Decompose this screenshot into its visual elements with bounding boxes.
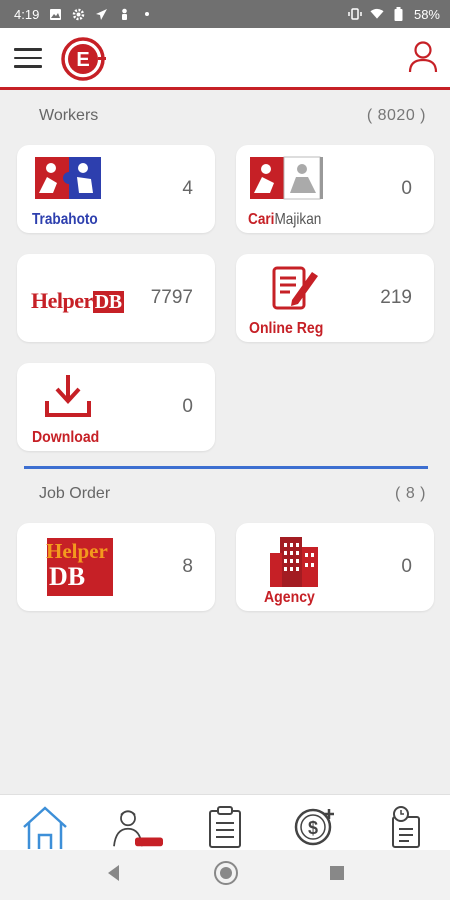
online-reg-count: 219	[380, 287, 412, 308]
helperdb-label-helper: Helper	[31, 288, 93, 313]
workers-title: Workers	[39, 107, 99, 124]
home-icon	[23, 806, 67, 849]
recents-square-icon	[329, 865, 344, 880]
carimajikan-count: 0	[401, 178, 412, 199]
helperdb-job-order-count: 8	[182, 556, 193, 577]
helperdb-count: 7797	[150, 287, 193, 308]
online-reg-card[interactable]: Online Reg 219	[236, 254, 434, 342]
workers-section-header: Workers ( 8020 )	[0, 104, 450, 128]
carimajikan-label-prefix: Cari	[248, 211, 275, 228]
job-order-title: Job Order	[39, 485, 111, 502]
add-payment-icon: $	[294, 808, 334, 846]
home-system-button[interactable]	[213, 860, 239, 891]
svg-text:E: E	[76, 49, 89, 71]
helperdb-job-order-label-helper: Helper	[46, 539, 108, 563]
status-time: 4:19	[14, 6, 40, 22]
agency-count: 0	[401, 556, 412, 577]
user-account-icon[interactable]	[408, 40, 438, 74]
system-navigation-bar	[0, 850, 450, 900]
download-logo: Download	[27, 371, 137, 446]
back-button[interactable]	[104, 863, 124, 888]
nav-history[interactable]	[377, 805, 433, 851]
helperdb-job-order-card[interactable]: Helper DB 8	[17, 523, 215, 611]
helperdb-job-order-logo: Helper DB	[27, 531, 137, 605]
vibrate-icon	[348, 7, 362, 21]
trabahoto-count: 4	[182, 178, 193, 199]
section-divider	[24, 466, 428, 469]
agency-card[interactable]: Agency 0	[236, 523, 434, 611]
more-notifications-icon	[140, 7, 154, 21]
timesheet-icon	[392, 806, 420, 848]
clipboard-list-icon	[209, 806, 241, 848]
trabahoto-label: Trabahoto	[32, 211, 98, 228]
worker-profile-icon	[113, 810, 163, 847]
job-order-total-count: ( 8 )	[395, 485, 426, 502]
helperdb-logo: Helper DB	[27, 262, 137, 336]
helperdb-label-db: DB	[92, 291, 124, 313]
app-logo: E	[61, 37, 106, 81]
image-notification-icon	[48, 7, 62, 21]
helperdb-job-order-label-db: DB	[49, 562, 86, 591]
settings-notification-icon	[71, 7, 85, 21]
carimajikan-label: CariMajikan	[248, 211, 321, 229]
online-reg-label: Online Reg	[249, 320, 324, 337]
workers-total-count: ( 8020 )	[366, 107, 426, 124]
nav-home[interactable]	[17, 805, 73, 851]
person-notification-icon	[117, 7, 131, 21]
svg-text:$: $	[308, 818, 318, 838]
share-notification-icon	[94, 7, 108, 21]
status-bar: 4:19 58%	[0, 0, 450, 28]
agency-logo: Agency	[246, 531, 356, 606]
wifi-icon	[370, 7, 384, 21]
trabahoto-card[interactable]: Trabahoto 4	[17, 145, 215, 233]
carimajikan-label-suffix: Majikan	[274, 211, 322, 228]
bottom-navigation: $	[0, 794, 450, 850]
recents-button[interactable]	[328, 864, 346, 887]
back-triangle-icon	[108, 864, 120, 881]
download-count: 0	[182, 396, 193, 417]
app-bar: E	[0, 28, 450, 90]
battery-percent: 58%	[413, 6, 440, 22]
carimajikan-logo: CariMajikan	[246, 153, 356, 229]
trabahoto-logo: Trabahoto	[27, 153, 137, 228]
home-circle-icon	[213, 860, 238, 885]
helperdb-card[interactable]: Helper DB 7797	[17, 254, 215, 342]
agency-label: Agency	[264, 589, 315, 606]
job-order-section-header: Job Order ( 8 )	[0, 482, 450, 506]
nav-payments[interactable]: $	[287, 805, 343, 851]
nav-workers[interactable]	[107, 805, 163, 851]
battery-icon	[392, 7, 406, 21]
menu-icon[interactable]	[14, 48, 42, 70]
carimajikan-card[interactable]: CariMajikan 0	[236, 145, 434, 233]
online-reg-logo: Online Reg	[246, 262, 356, 337]
download-label: Download	[32, 429, 100, 446]
download-card[interactable]: Download 0	[17, 363, 215, 451]
nav-job-orders[interactable]	[197, 805, 253, 851]
